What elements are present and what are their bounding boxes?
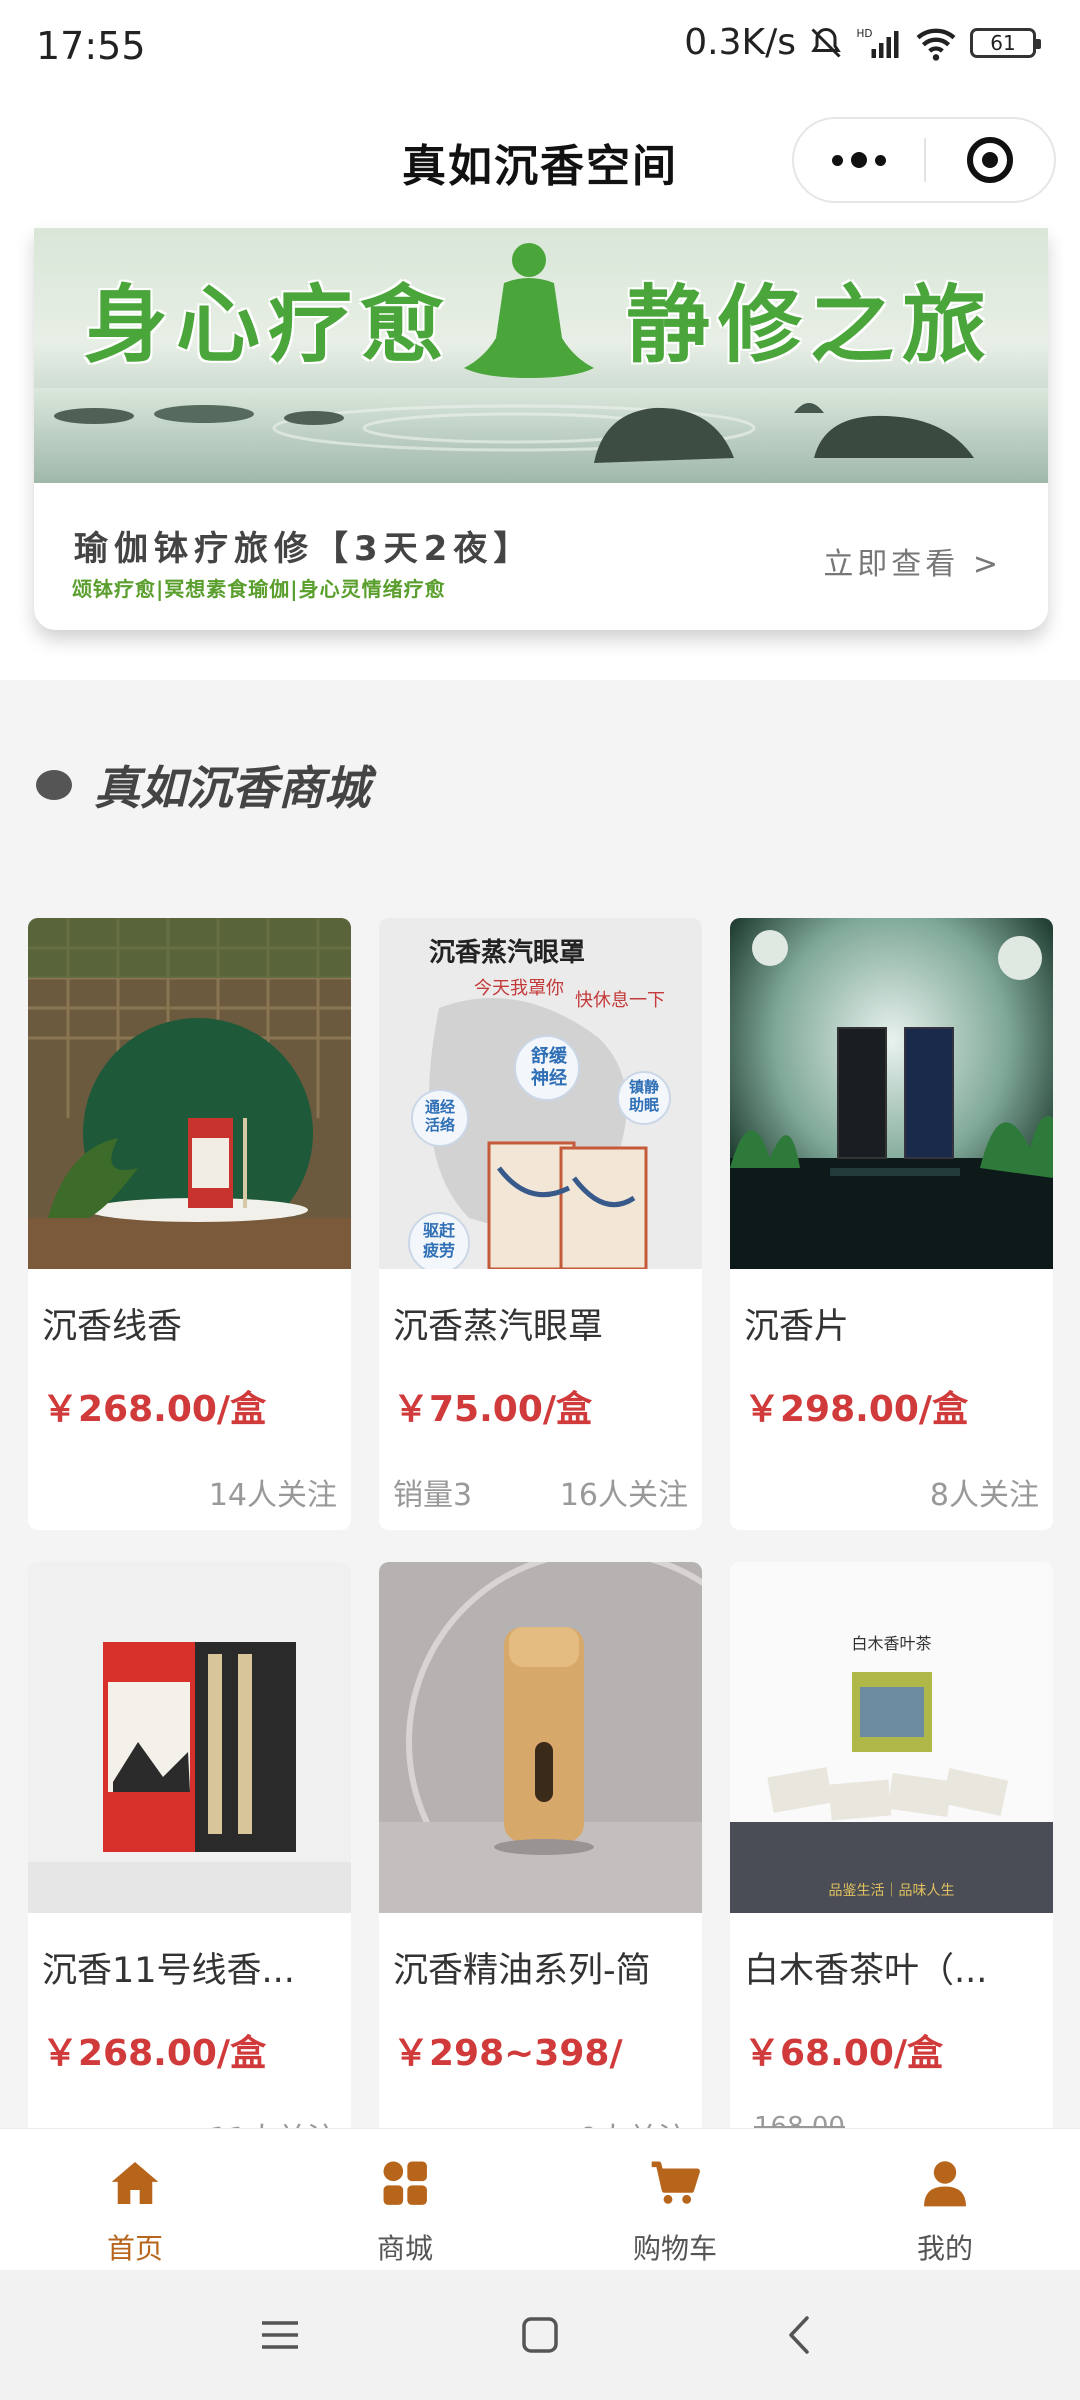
back-icon[interactable] [760,2295,840,2375]
tab-mine[interactable]: 我的 [810,2129,1080,2270]
title-bar: 真如沉香空间 [0,100,1080,220]
svg-text:HD: HD [857,28,873,40]
section-header: 真如沉香商城 [36,752,370,818]
battery-level: 61 [990,30,1016,55]
bell-off-icon [811,27,841,58]
product-card[interactable]: 白木香叶茶 品鉴生活｜品味人生 白木香茶叶（... ￥68.00/盒 168.0… [730,1562,1053,2174]
status-icons: 0.3K/s HD 61 [684,22,1041,63]
product-name: 沉香线香 [42,1307,183,1347]
banner-subtitle: 颂钵疗愈|冥想素食瑜伽|身心灵情绪疗愈 [72,577,446,601]
product-card[interactable]: 沉香11号线香... ￥268.00/盒 11人关注 [28,1562,351,2174]
banner-info: 瑜伽钵疗旅修【3天2夜】 颂钵疗愈|冥想素食瑜伽|身心灵情绪疗愈 立即查看 > [34,483,1048,630]
tab-cart-label: 购物车 [632,2232,717,2265]
grid-icon [383,2161,427,2205]
section-title: 真如沉香商城 [94,761,370,815]
user-icon [924,2161,966,2207]
product-price: ￥298.00/盒 [744,1389,969,1430]
eye-mask-bubble: 舒缓神经 [531,1046,567,1089]
eye-mask-image-title: 沉香蒸汽眼罩 [429,938,586,968]
eye-mask-bubble: 驱赶疲劳 [422,1221,455,1260]
product-image: 沉香蒸汽眼罩 今天我罩你 快休息一下 舒缓神经 通经活络 镇静助眠 驱赶疲劳 [379,918,702,1269]
product-image: 白木香叶茶 品鉴生活｜品味人生 [730,1562,1053,1913]
menu-icon[interactable] [240,2295,320,2375]
product-name: 沉香片 [744,1307,850,1347]
target-close-icon[interactable] [926,119,1054,201]
product-image [28,1562,351,1913]
status-bar: 17:55 0.3K/s HD 61 [0,0,1080,100]
banner-headline-right: 静修之旅 [626,275,995,374]
tab-cart[interactable]: 购物车 [540,2129,810,2270]
tab-mine-label: 我的 [916,2232,973,2265]
product-name: 白木香茶叶（... [744,1951,988,1991]
product-price: ￥268.00/盒 [42,1389,267,1430]
home-square-icon[interactable] [500,2295,580,2375]
product-price: ￥298~398/ [393,2033,623,2074]
banner-view-link[interactable]: 立即查看 > [823,539,1002,583]
battery-icon: 61 [970,27,1041,58]
cart-icon [651,2161,700,2204]
product-follows: 16人关注 [559,1478,688,1513]
product-card[interactable]: 沉香片 ￥298.00/盒 8人关注 [730,918,1053,1530]
banner-title: 瑜伽钵疗旅修【3天2夜】 [74,529,534,569]
product-name: 沉香精油系列-简 [393,1951,651,1991]
product-card[interactable]: 沉香精油系列-简 ￥298~398/ 0人关注 [379,1562,702,2174]
network-speed: 0.3K/s [684,22,796,63]
product-price: ￥75.00/盒 [393,1389,593,1430]
banner-image: 身心疗愈 静修之旅 [34,228,1048,483]
banner-headline-left: 身心疗愈 [84,275,453,374]
more-dots-icon[interactable] [794,119,924,201]
tab-mall[interactable]: 商城 [270,2129,540,2270]
product-image [28,918,351,1269]
system-nav-bar [0,2270,1080,2400]
product-price: ￥68.00/盒 [744,2033,944,2074]
tab-bar: 首页 商城 购物车 我的 [0,2128,1080,2270]
product-sales: 销量3 [393,1478,473,1513]
tab-mall-label: 商城 [376,2232,433,2265]
product-price: ￥268.00/盒 [42,2033,267,2074]
section-dot-icon [36,770,72,800]
product-image [730,918,1053,1269]
eye-mask-bubble: 通经活络 [424,1098,455,1134]
wifi-icon [916,28,956,61]
eye-mask-slogan-b: 快休息一下 [575,990,665,1011]
product-follows: 14人关注 [208,1478,337,1513]
banner-area: 身心疗愈 静修之旅 瑜伽钵疗旅修【3天2夜】 颂钵疗愈|冥想素食瑜伽|身心灵情绪… [0,220,1080,680]
product-card[interactable]: 沉香蒸汽眼罩 今天我罩你 快休息一下 舒缓神经 通经活络 镇静助眠 驱赶疲劳 沉… [379,918,702,1530]
eye-mask-bubble: 镇静助眠 [628,1078,659,1114]
tab-home[interactable]: 首页 [0,2129,270,2270]
home-icon [111,2162,159,2204]
banner-card[interactable]: 身心疗愈 静修之旅 瑜伽钵疗旅修【3天2夜】 颂钵疗愈|冥想素食瑜伽|身心灵情绪… [34,228,1048,630]
product-follows: 8人关注 [929,1478,1039,1513]
tab-home-label: 首页 [106,2232,163,2265]
tea-image-slogan: 品鉴生活｜品味人生 [828,1883,955,1899]
product-name: 沉香蒸汽眼罩 [393,1307,604,1347]
tea-image-title: 白木香叶茶 [851,1634,932,1653]
product-card[interactable]: 沉香线香 ￥268.00/盒 14人关注 [28,918,351,1530]
product-image [379,1562,702,1913]
status-time: 17:55 [36,24,146,68]
mini-program-capsule [792,117,1056,203]
hd-signal-icon: HD [857,28,899,58]
product-name: 沉香11号线香... [42,1951,295,1991]
eye-mask-slogan-a: 今天我罩你 [474,978,564,999]
